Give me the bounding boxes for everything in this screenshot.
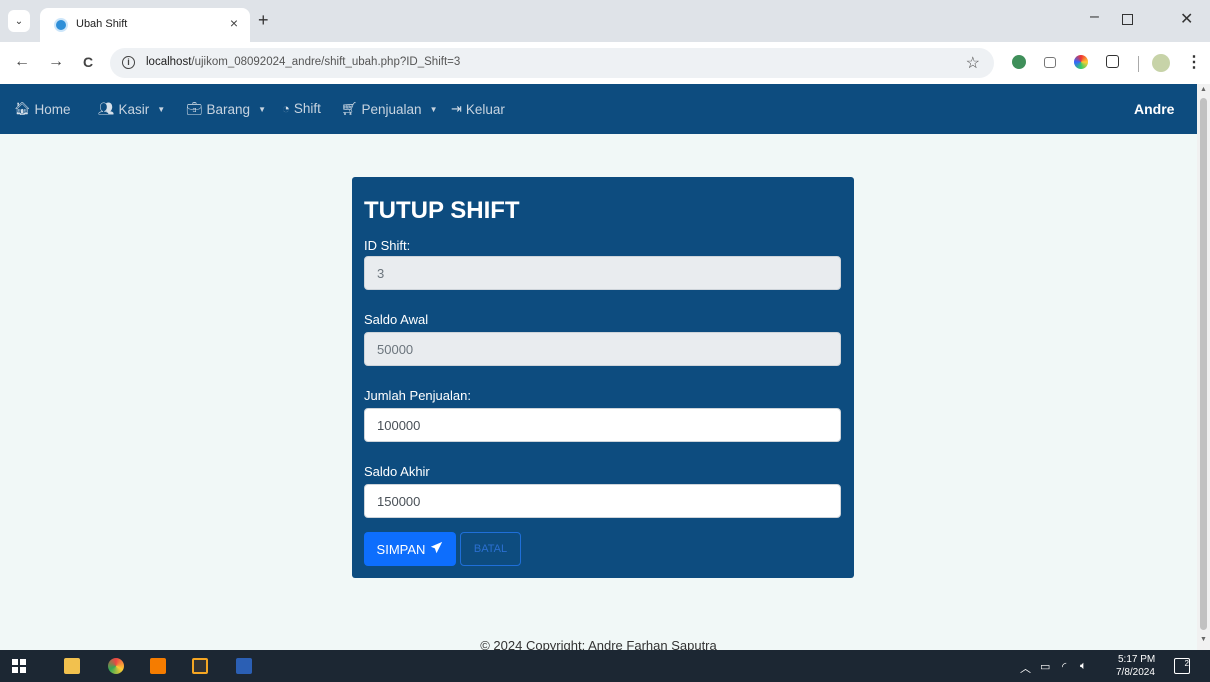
nav-shift-label: Shift bbox=[293, 101, 321, 116]
save-button[interactable]: SIMPAN bbox=[364, 532, 456, 566]
nav-home[interactable]: 🏠︎ Home bbox=[14, 101, 71, 117]
cancel-button[interactable]: BATAL bbox=[460, 532, 521, 566]
users-icon: 👥︎ bbox=[98, 101, 115, 116]
cart-icon: 🛒︎ bbox=[341, 101, 358, 116]
form-title: TUTUP SHIFT bbox=[364, 197, 520, 224]
nav-penjualan[interactable]: 🛒︎ Penjualan ▼ bbox=[341, 101, 438, 117]
window-restore-button[interactable] bbox=[1122, 14, 1133, 25]
id-shift-field: 3 bbox=[364, 256, 841, 290]
nav-user-name[interactable]: Andre bbox=[1134, 101, 1174, 117]
windows-taskbar: ︿ ▭ ◜ 🔈︎ 5:17 PM 7/8/2024 2 bbox=[0, 650, 1210, 682]
browser-tab-active[interactable]: Ubah Shift × bbox=[40, 8, 250, 42]
xampp-icon[interactable] bbox=[150, 658, 166, 674]
file-explorer-icon[interactable] bbox=[64, 658, 80, 674]
nav-barang-label: Barang bbox=[206, 101, 251, 117]
tray-chevron-icon[interactable]: ︿ bbox=[1020, 660, 1031, 676]
home-icon: 🏠︎ bbox=[14, 101, 31, 116]
reload-icon[interactable]: C bbox=[83, 54, 93, 70]
jumlah-penjualan-label: Jumlah Penjualan: bbox=[364, 388, 471, 403]
clock-time[interactable]: 5:17 PM bbox=[1118, 654, 1155, 665]
extensions-puzzle-icon[interactable] bbox=[1106, 55, 1119, 68]
back-arrow-icon[interactable]: ← bbox=[14, 53, 30, 71]
saldo-awal-field: 50000 bbox=[364, 332, 841, 366]
notification-center-icon[interactable]: 2 bbox=[1174, 658, 1190, 674]
close-shift-form: TUTUP SHIFT ID Shift: 3 Saldo Awal 50000… bbox=[352, 177, 854, 578]
nav-keluar[interactable]: ⇥ Keluar bbox=[451, 101, 505, 117]
site-info-icon[interactable]: i bbox=[122, 56, 135, 69]
browser-menu-icon[interactable]: ⋮ bbox=[1186, 52, 1202, 72]
logout-icon: ⇥ bbox=[451, 101, 462, 116]
nav-penjualan-label: Penjualan bbox=[361, 101, 422, 117]
nav-kasir-label: Kasir bbox=[118, 101, 150, 117]
saldo-akhir-field[interactable]: 150000 bbox=[364, 484, 841, 518]
browser-tab-strip: ⌄ Ubah Shift × + – ✕ bbox=[0, 0, 1210, 42]
tab-title: Ubah Shift bbox=[76, 18, 128, 30]
nav-home-label: Home bbox=[34, 101, 71, 117]
sublime-text-icon[interactable] bbox=[192, 658, 208, 674]
scroll-up-icon[interactable]: ▲ bbox=[1200, 86, 1207, 93]
saldo-akhir-label: Saldo Akhir bbox=[364, 464, 430, 479]
nav-kasir[interactable]: 👥︎ Kasir ▼ bbox=[98, 101, 165, 117]
wifi-icon[interactable]: ◜ bbox=[1062, 660, 1066, 673]
extension-1-icon[interactable] bbox=[1012, 55, 1026, 69]
tab-favicon-icon bbox=[54, 18, 68, 32]
browser-toolbar: ← → C i localhost/ujikom_08092024_andre/… bbox=[0, 42, 1210, 84]
window-minimize-button[interactable]: – bbox=[1090, 8, 1099, 26]
battery-icon[interactable]: ▭ bbox=[1040, 660, 1050, 673]
bookmark-star-icon[interactable]: ☆ bbox=[966, 53, 980, 73]
nav-shift[interactable]: ◔ Shift bbox=[282, 101, 321, 116]
page-scrollbar[interactable]: ▲ ▼ bbox=[1197, 84, 1210, 650]
windows-start-icon[interactable] bbox=[12, 659, 26, 673]
nav-keluar-label: Keluar bbox=[465, 101, 505, 117]
chrome-taskbar-icon[interactable] bbox=[108, 658, 124, 674]
forward-arrow-icon[interactable]: → bbox=[48, 53, 64, 71]
url-text[interactable]: localhost/ujikom_08092024_andre/shift_ub… bbox=[146, 56, 460, 68]
tab-search-chevron-icon[interactable]: ⌄ bbox=[8, 10, 30, 32]
clock-date[interactable]: 7/8/2024 bbox=[1116, 667, 1155, 678]
id-shift-label: ID Shift: bbox=[364, 238, 411, 253]
window-close-button[interactable]: ✕ bbox=[1180, 9, 1193, 29]
new-tab-button[interactable]: + bbox=[258, 11, 269, 29]
color-extension-icon[interactable] bbox=[1074, 55, 1088, 69]
profile-avatar[interactable] bbox=[1152, 54, 1170, 72]
page-viewport: 🏠︎ Home 👥︎ Kasir ▼ 💼︎ Barang ▼ ◔ Shift 🛒… bbox=[0, 84, 1197, 650]
caret-down-icon: ▼ bbox=[157, 104, 166, 114]
saldo-awal-label: Saldo Awal bbox=[364, 312, 429, 327]
scroll-thumb[interactable] bbox=[1200, 98, 1207, 630]
toolbar-divider bbox=[1138, 56, 1139, 72]
top-navbar: 🏠︎ Home 👥︎ Kasir ▼ 💼︎ Barang ▼ ◔ Shift 🛒… bbox=[0, 84, 1197, 134]
nav-barang[interactable]: 💼︎ Barang ▼ bbox=[186, 101, 266, 117]
save-button-label: SIMPAN bbox=[376, 541, 426, 557]
briefcase-icon: 💼︎ bbox=[186, 101, 203, 116]
word-icon[interactable] bbox=[236, 658, 252, 674]
scroll-down-icon[interactable]: ▼ bbox=[1200, 636, 1207, 643]
caret-down-icon: ▼ bbox=[429, 104, 438, 114]
address-bar[interactable]: i localhost/ujikom_08092024_andre/shift_… bbox=[110, 48, 994, 78]
caret-down-icon: ▼ bbox=[258, 104, 266, 114]
camera-extension-icon[interactable] bbox=[1044, 57, 1056, 68]
paper-plane-icon bbox=[430, 541, 443, 557]
page-footer: © 2024 Copyright: Andre Farhan Saputra bbox=[480, 638, 717, 650]
jumlah-penjualan-field[interactable]: 100000 bbox=[364, 408, 841, 442]
volume-muted-icon[interactable]: 🔈︎ bbox=[1080, 660, 1087, 673]
tab-close-icon[interactable]: × bbox=[230, 15, 238, 31]
clock-icon: ◔ bbox=[282, 101, 290, 116]
